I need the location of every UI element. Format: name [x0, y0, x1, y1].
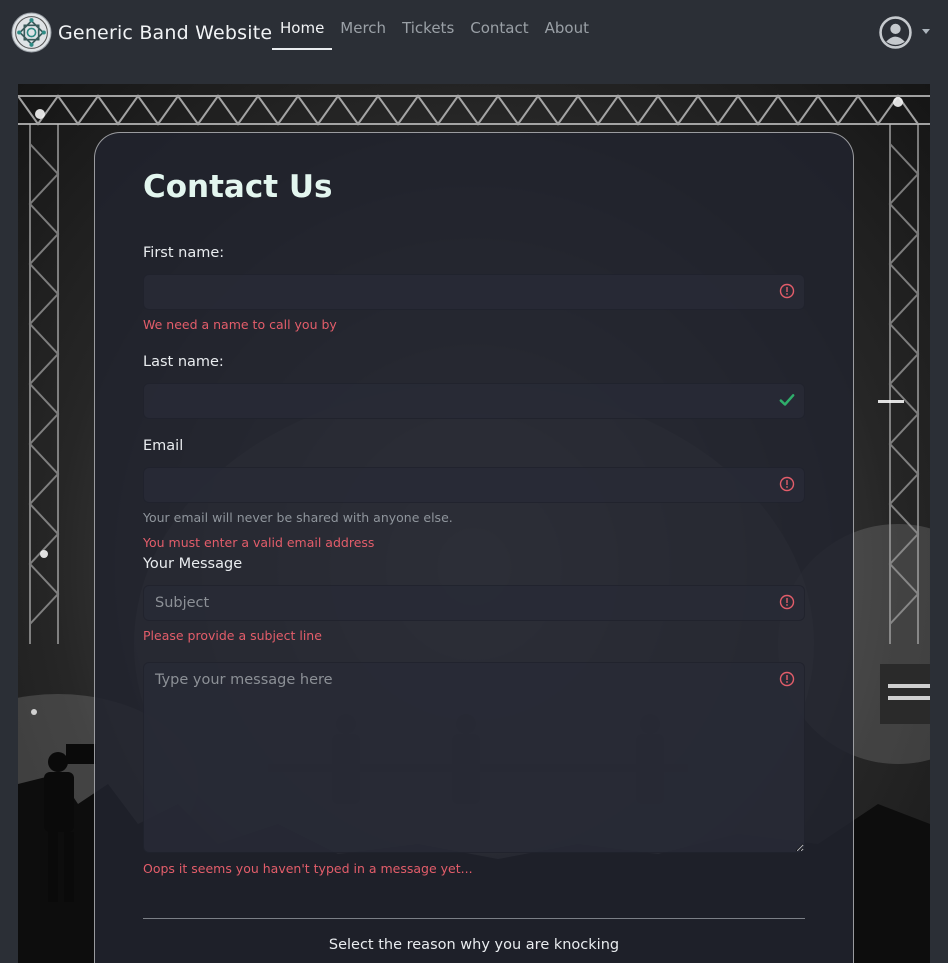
message-error: Oops it seems you haven't typed in a mes…: [143, 861, 473, 876]
main-nav: Home Merch Tickets Contact About: [272, 0, 597, 50]
email-field[interactable]: [143, 467, 805, 503]
first-name-field[interactable]: [143, 274, 805, 310]
brand-name: Generic Band Website: [58, 21, 273, 44]
reason-label: Select the reason why you are knocking: [328, 937, 620, 953]
nav-link-tickets[interactable]: Tickets: [394, 0, 462, 50]
user-circle-icon: [879, 16, 912, 49]
error-exclamation-icon: [779, 283, 795, 299]
contact-form-card: Contact Us First name: We need a name to…: [94, 132, 854, 963]
message-section-label: Your Message: [143, 556, 243, 572]
error-exclamation-icon: [779, 476, 795, 492]
navbar: Generic Band Website Home Merch Tickets …: [0, 0, 948, 66]
error-exclamation-icon: [779, 594, 795, 610]
nav-link-contact[interactable]: Contact: [462, 0, 536, 50]
user-menu-dropdown[interactable]: [879, 16, 930, 49]
email-label: Email: [143, 438, 184, 454]
celtic-knot-logo-icon: [11, 12, 52, 53]
first-name-error: We need a name to call you by: [143, 317, 337, 332]
nav-link-home[interactable]: Home: [272, 0, 333, 50]
first-name-label: First name:: [143, 245, 225, 261]
section-divider: [143, 918, 805, 919]
nav-link-about[interactable]: About: [537, 0, 597, 50]
chevron-down-icon: [922, 28, 930, 34]
last-name-field[interactable]: [143, 383, 805, 419]
brand[interactable]: Generic Band Website: [11, 12, 272, 53]
email-error: You must enter a valid email address: [143, 535, 375, 550]
error-exclamation-icon: [779, 671, 795, 687]
message-textarea[interactable]: [143, 662, 805, 853]
email-help-text: Your email will never be shared with any…: [143, 510, 453, 525]
page-title: Contact Us: [143, 169, 333, 205]
nav-link-merch[interactable]: Merch: [332, 0, 394, 50]
subject-field[interactable]: [143, 585, 805, 621]
subject-error: Please provide a subject line: [143, 628, 322, 643]
valid-checkmark-icon: [779, 394, 795, 406]
last-name-label: Last name:: [143, 354, 224, 370]
